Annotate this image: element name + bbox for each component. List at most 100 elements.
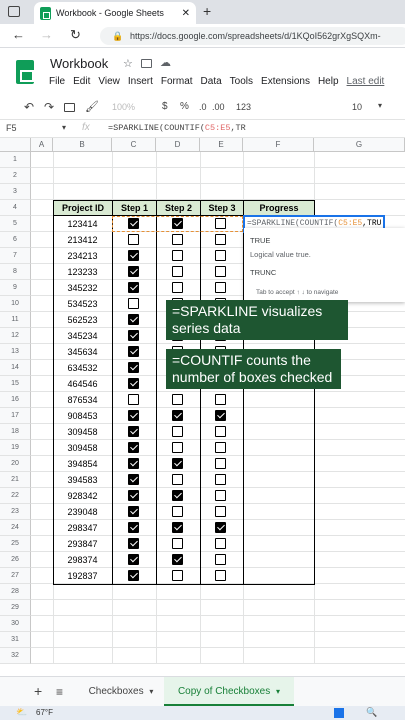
step-2-checkbox[interactable] bbox=[172, 394, 183, 405]
project-id-cell[interactable]: 634532 bbox=[53, 360, 112, 376]
menu-format[interactable]: Format bbox=[161, 76, 193, 87]
project-id-cell[interactable]: 464546 bbox=[53, 376, 112, 392]
step-2-checkbox[interactable] bbox=[172, 538, 183, 549]
step-3-checkbox[interactable] bbox=[215, 282, 226, 293]
step-2-checkbox[interactable] bbox=[172, 506, 183, 517]
autocomplete-item-trunc[interactable]: TRUNC bbox=[250, 268, 276, 277]
step-3-checkbox[interactable] bbox=[215, 570, 226, 581]
spreadsheet-grid[interactable]: A B C D E F G 1 2 3 4 5 6 7 8 9 10 11 12 13 14 15 16 17 18 19 20 21… bbox=[0, 138, 405, 676]
project-id-cell[interactable]: 298347 bbox=[53, 520, 112, 536]
row-header-12[interactable]: 12 bbox=[0, 328, 31, 344]
row-header-23[interactable]: 23 bbox=[0, 504, 31, 520]
step-2-checkbox[interactable] bbox=[172, 266, 183, 277]
font-size-chevron-icon[interactable]: ▾ bbox=[378, 101, 382, 110]
project-id-cell[interactable]: 394583 bbox=[53, 472, 112, 488]
window-menu-icon[interactable] bbox=[8, 6, 20, 17]
step-1-checkbox[interactable] bbox=[128, 442, 139, 453]
column-header-e[interactable]: E bbox=[200, 138, 243, 152]
step-3-checkbox[interactable] bbox=[215, 266, 226, 277]
project-id-cell[interactable]: 345234 bbox=[53, 328, 112, 344]
row-header-25[interactable]: 25 bbox=[0, 536, 31, 552]
project-id-cell[interactable]: 345634 bbox=[53, 344, 112, 360]
star-icon[interactable]: ☆ bbox=[123, 57, 133, 70]
table-header-progress[interactable]: Progress bbox=[243, 200, 315, 216]
name-box[interactable]: F5 bbox=[6, 123, 17, 133]
sheet-tab-menu-icon[interactable]: ▾ bbox=[276, 687, 280, 696]
sheet-tab-copy-of-checkboxes[interactable]: Copy of Checkboxes ▾ bbox=[164, 677, 294, 706]
column-header-b[interactable]: B bbox=[53, 138, 112, 152]
column-header-c[interactable]: C bbox=[112, 138, 156, 152]
start-icon[interactable] bbox=[334, 708, 344, 718]
step-3-checkbox[interactable] bbox=[215, 474, 226, 485]
row-header-31[interactable]: 31 bbox=[0, 632, 31, 648]
project-id-cell[interactable]: 293847 bbox=[53, 536, 112, 552]
row-header-26[interactable]: 26 bbox=[0, 552, 31, 568]
sheet-tab-menu-icon[interactable]: ▾ bbox=[149, 687, 153, 696]
move-folder-icon[interactable] bbox=[141, 59, 152, 68]
menu-edit[interactable]: Edit bbox=[73, 76, 90, 87]
project-id-cell[interactable]: 562523 bbox=[53, 312, 112, 328]
print-icon[interactable] bbox=[64, 103, 75, 112]
project-id-cell[interactable]: 123233 bbox=[53, 264, 112, 280]
step-2-checkbox[interactable] bbox=[172, 490, 183, 501]
row-header-7[interactable]: 7 bbox=[0, 248, 31, 264]
step-1-checkbox[interactable] bbox=[128, 490, 139, 501]
step-1-checkbox[interactable] bbox=[128, 282, 139, 293]
menu-view[interactable]: View bbox=[98, 76, 120, 87]
project-id-cell[interactable]: 394854 bbox=[53, 456, 112, 472]
select-all-corner[interactable] bbox=[0, 138, 31, 152]
menu-help[interactable]: Help bbox=[318, 76, 339, 87]
menu-insert[interactable]: Insert bbox=[128, 76, 153, 87]
step-1-checkbox[interactable] bbox=[128, 570, 139, 581]
step-2-checkbox[interactable] bbox=[172, 522, 183, 533]
row-header-20[interactable]: 20 bbox=[0, 456, 31, 472]
project-id-cell[interactable]: 234213 bbox=[53, 248, 112, 264]
decrease-decimal-button[interactable]: .0 bbox=[199, 102, 207, 112]
step-3-checkbox[interactable] bbox=[215, 410, 226, 421]
menu-tools[interactable]: Tools bbox=[230, 76, 253, 87]
row-header-9[interactable]: 9 bbox=[0, 280, 31, 296]
project-id-cell[interactable]: 309458 bbox=[53, 424, 112, 440]
row-header-6[interactable]: 6 bbox=[0, 232, 31, 248]
row-header-22[interactable]: 22 bbox=[0, 488, 31, 504]
document-title[interactable]: Workbook bbox=[50, 56, 108, 71]
all-sheets-icon[interactable]: ≡ bbox=[56, 685, 63, 699]
project-id-cell[interactable]: 213412 bbox=[53, 232, 112, 248]
row-header-29[interactable]: 29 bbox=[0, 600, 31, 616]
step-3-checkbox[interactable] bbox=[215, 538, 226, 549]
step-1-checkbox[interactable] bbox=[128, 250, 139, 261]
row-header-27[interactable]: 27 bbox=[0, 568, 31, 584]
formula-input[interactable]: =SPARKLINE(COUNTIF(C5:E5,TR bbox=[108, 123, 246, 133]
project-id-cell[interactable]: 192837 bbox=[53, 568, 112, 584]
step-1-checkbox[interactable] bbox=[128, 346, 139, 357]
project-id-cell[interactable]: 534523 bbox=[53, 296, 112, 312]
row-header-30[interactable]: 30 bbox=[0, 616, 31, 632]
step-2-checkbox[interactable] bbox=[172, 250, 183, 261]
step-1-checkbox[interactable] bbox=[128, 474, 139, 485]
step-3-checkbox[interactable] bbox=[215, 250, 226, 261]
project-id-cell[interactable]: 123414 bbox=[53, 216, 112, 232]
row-header-24[interactable]: 24 bbox=[0, 520, 31, 536]
step-1-checkbox[interactable] bbox=[128, 314, 139, 325]
reload-icon[interactable]: ↻ bbox=[70, 27, 81, 43]
step-3-checkbox[interactable] bbox=[215, 394, 226, 405]
row-header-28[interactable]: 28 bbox=[0, 584, 31, 600]
currency-format-button[interactable]: $ bbox=[162, 101, 168, 112]
step-3-checkbox[interactable] bbox=[215, 234, 226, 245]
step-3-checkbox[interactable] bbox=[215, 442, 226, 453]
step-2-checkbox[interactable] bbox=[172, 570, 183, 581]
step-1-checkbox[interactable] bbox=[128, 378, 139, 389]
last-edit-link[interactable]: Last edit bbox=[347, 76, 385, 87]
step-3-checkbox[interactable] bbox=[215, 554, 226, 565]
step-2-checkbox[interactable] bbox=[172, 426, 183, 437]
step-1-checkbox[interactable] bbox=[128, 554, 139, 565]
project-id-cell[interactable]: 928342 bbox=[53, 488, 112, 504]
sheet-tab-checkboxes[interactable]: Checkboxes ▾ bbox=[80, 677, 162, 706]
row-header-32[interactable]: 32 bbox=[0, 648, 31, 664]
row-header-17[interactable]: 17 bbox=[0, 408, 31, 424]
step-1-checkbox[interactable] bbox=[128, 394, 139, 405]
row-header-21[interactable]: 21 bbox=[0, 472, 31, 488]
project-id-cell[interactable]: 298374 bbox=[53, 552, 112, 568]
step-1-checkbox[interactable] bbox=[128, 426, 139, 437]
row-header-10[interactable]: 10 bbox=[0, 296, 31, 312]
